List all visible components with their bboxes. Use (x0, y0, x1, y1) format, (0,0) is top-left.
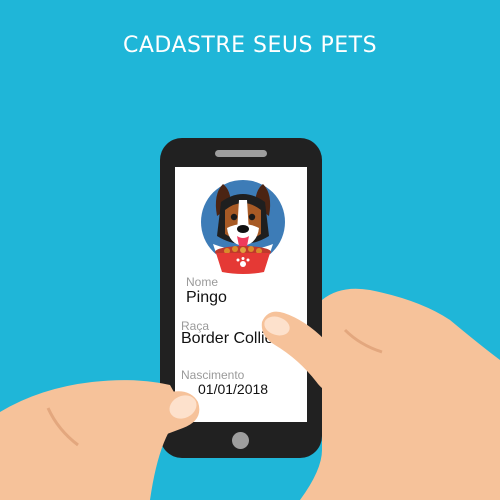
left-hand-illustration (0, 380, 200, 500)
